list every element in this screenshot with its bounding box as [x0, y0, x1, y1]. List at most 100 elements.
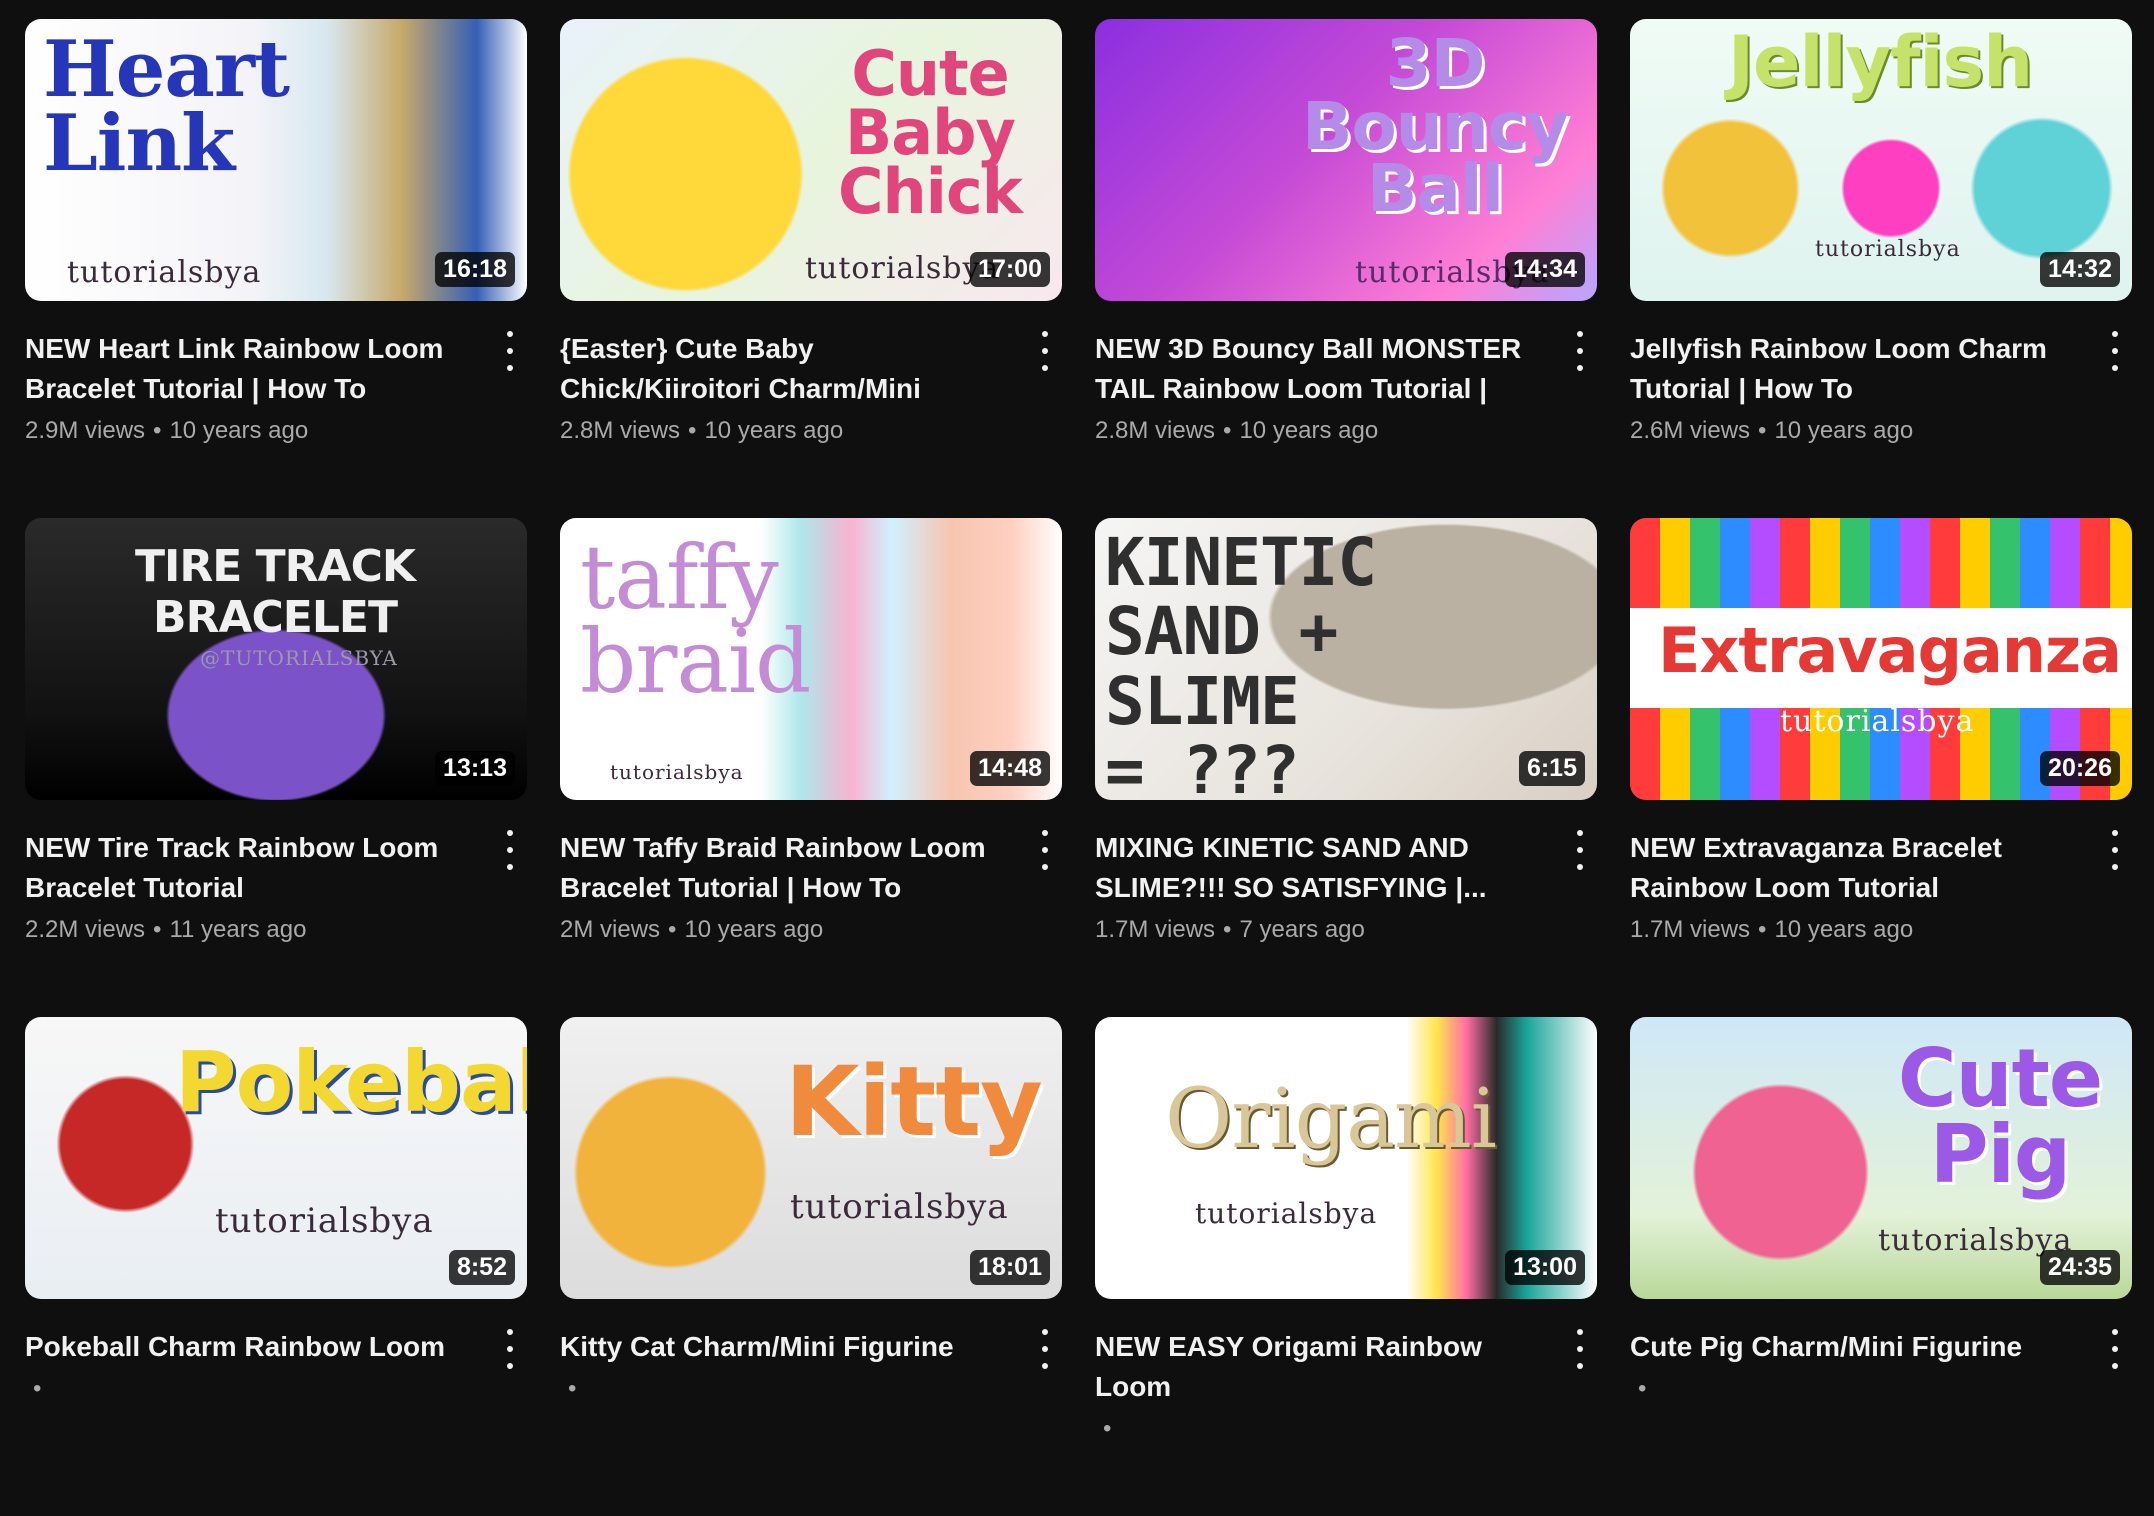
video-card[interactable]: TIRE TRACK BRACELET @TUTORIALSBYA 13:13 …: [25, 518, 527, 1017]
video-title[interactable]: NEW Heart Link Rainbow Loom Bracelet Tut…: [25, 329, 467, 409]
video-stats: 2.9M views • 10 years ago: [25, 417, 467, 445]
more-options-icon[interactable]: [1569, 830, 1591, 870]
video-card[interactable]: 3D Bouncy Ball tutorialsbya 14:34 NEW 3D…: [1095, 19, 1597, 518]
more-options-icon[interactable]: [2104, 830, 2126, 870]
upload-age: 10 years ago: [704, 417, 844, 444]
video-card[interactable]: KINETIC SAND + SLIME = ??? 6:15 MIXING K…: [1095, 518, 1597, 1017]
video-card[interactable]: Origami tutorialsbya 13:00 NEW EASY Orig…: [1095, 1017, 1597, 1516]
duration-badge: 16:18: [435, 252, 515, 287]
video-thumbnail[interactable]: Cute Pig tutorialsbya 24:35: [1630, 1017, 2132, 1299]
video-stats: •: [1630, 1375, 2072, 1403]
channel-watermark: @TUTORIALSBYA: [200, 646, 398, 670]
video-card[interactable]: Extravaganza tutorialsbya 20:26 NEW Extr…: [1630, 518, 2132, 1017]
video-stats: 2.8M views • 10 years ago: [1095, 417, 1537, 445]
view-count: 2.6M views: [1630, 417, 1751, 444]
video-thumbnail[interactable]: Cute Baby Chick tutorialsbya 17:00: [560, 19, 1062, 301]
more-options-icon[interactable]: [1569, 1329, 1591, 1369]
more-options-icon[interactable]: [499, 830, 521, 870]
video-title[interactable]: MIXING KINETIC SAND AND SLIME?!!! SO SAT…: [1095, 828, 1537, 908]
video-meta: {Easter} Cute Baby Chick/Kiiroitori Char…: [560, 301, 1062, 445]
video-card[interactable]: Kitty tutorialsbya 18:01 Kitty Cat Charm…: [560, 1017, 1062, 1516]
thumbnail-text: Cute Pig: [1897, 1032, 2103, 1201]
thumbnail-text: Jellyfish: [1727, 21, 2033, 103]
duration-badge: 6:15: [1518, 751, 1585, 786]
separator-dot: •: [1103, 1415, 1112, 1442]
video-card[interactable]: Pokeball tutorialsbya 8:52 Pokeball Char…: [25, 1017, 527, 1516]
video-thumbnail[interactable]: Extravaganza tutorialsbya 20:26: [1630, 518, 2132, 800]
video-title[interactable]: NEW EASY Origami Rainbow Loom: [1095, 1327, 1537, 1407]
duration-badge: 13:00: [1505, 1250, 1585, 1285]
separator-dot: •: [688, 417, 697, 444]
thumbnail-text: TIRE TRACK BRACELET: [135, 541, 416, 643]
video-thumbnail[interactable]: 3D Bouncy Ball tutorialsbya 14:34: [1095, 19, 1597, 301]
video-thumbnail[interactable]: TIRE TRACK BRACELET @TUTORIALSBYA 13:13: [25, 518, 527, 800]
upload-age: 7 years ago: [1239, 916, 1365, 943]
channel-watermark: tutorialsbya: [67, 255, 262, 290]
channel-watermark: tutorialsbya: [1815, 237, 1961, 262]
video-card[interactable]: Cute Pig tutorialsbya 24:35 Cute Pig Cha…: [1630, 1017, 2132, 1516]
video-thumbnail[interactable]: taffy braid tutorialsbya 14:48: [560, 518, 1062, 800]
video-stats: 2.2M views • 11 years ago: [25, 916, 467, 944]
duration-badge: 14:34: [1505, 252, 1585, 287]
upload-age: 10 years ago: [1774, 417, 1914, 444]
video-thumbnail[interactable]: Origami tutorialsbya 13:00: [1095, 1017, 1597, 1299]
thumbnail-text: Kitty: [785, 1046, 1043, 1158]
more-options-icon[interactable]: [1034, 331, 1056, 371]
video-stats: •: [1095, 1415, 1537, 1443]
duration-badge: 24:35: [2040, 1250, 2120, 1285]
thumbnail-text: Extravaganza: [1658, 614, 2122, 687]
thumbnail-text: Cute Baby Chick: [838, 37, 1023, 228]
video-meta: NEW 3D Bouncy Ball MONSTER TAIL Rainbow …: [1095, 301, 1597, 445]
duration-badge: 18:01: [970, 1250, 1050, 1285]
view-count: 2.8M views: [1095, 417, 1216, 444]
video-thumbnail[interactable]: Pokeball tutorialsbya 8:52: [25, 1017, 527, 1299]
video-title[interactable]: Cute Pig Charm/Mini Figurine: [1630, 1327, 2072, 1367]
video-thumbnail[interactable]: KINETIC SAND + SLIME = ??? 6:15: [1095, 518, 1597, 800]
more-options-icon[interactable]: [499, 331, 521, 371]
video-stats: 2.6M views • 10 years ago: [1630, 417, 2072, 445]
video-title[interactable]: NEW Tire Track Rainbow Loom Bracelet Tut…: [25, 828, 467, 908]
channel-watermark: tutorialsbya: [1195, 1197, 1378, 1230]
video-meta: Jellyfish Rainbow Loom Charm Tutorial | …: [1630, 301, 2132, 445]
thumbnail-text: taffy braid: [580, 526, 811, 713]
video-meta: NEW EASY Origami Rainbow Loom •: [1095, 1299, 1597, 1443]
video-thumbnail[interactable]: Kitty tutorialsbya 18:01: [560, 1017, 1062, 1299]
view-count: 2.8M views: [560, 417, 681, 444]
video-meta: NEW Heart Link Rainbow Loom Bracelet Tut…: [25, 301, 527, 445]
video-thumbnail[interactable]: Heart Link tutorialsbya 16:18: [25, 19, 527, 301]
more-options-icon[interactable]: [499, 1329, 521, 1369]
upload-age: 10 years ago: [169, 417, 309, 444]
video-thumbnail[interactable]: Jellyfish tutorialsbya 14:32: [1630, 19, 2132, 301]
thumbnail-text: Origami: [1165, 1072, 1497, 1167]
video-stats: 2.8M views • 10 years ago: [560, 417, 1002, 445]
video-card[interactable]: Jellyfish tutorialsbya 14:32 Jellyfish R…: [1630, 19, 2132, 518]
more-options-icon[interactable]: [1034, 1329, 1056, 1369]
channel-watermark: tutorialsbya: [790, 1187, 1009, 1227]
video-title[interactable]: NEW Extravaganza Bracelet Rainbow Loom T…: [1630, 828, 2072, 908]
duration-badge: 14:48: [970, 751, 1050, 786]
separator-dot: •: [1223, 417, 1232, 444]
video-meta: Pokeball Charm Rainbow Loom •: [25, 1299, 527, 1403]
video-title[interactable]: {Easter} Cute Baby Chick/Kiiroitori Char…: [560, 329, 1002, 409]
separator-dot: •: [1638, 1375, 1647, 1402]
video-title[interactable]: Jellyfish Rainbow Loom Charm Tutorial | …: [1630, 329, 2072, 409]
video-stats: 1.7M views • 10 years ago: [1630, 916, 2072, 944]
video-meta: NEW Extravaganza Bracelet Rainbow Loom T…: [1630, 800, 2132, 944]
video-title[interactable]: NEW 3D Bouncy Ball MONSTER TAIL Rainbow …: [1095, 329, 1537, 409]
thumbnail-text: KINETIC SAND + SLIME = ???: [1105, 524, 1377, 800]
video-card[interactable]: Heart Link tutorialsbya 16:18 NEW Heart …: [25, 19, 527, 518]
upload-age: 10 years ago: [1774, 916, 1914, 943]
video-meta: Kitty Cat Charm/Mini Figurine •: [560, 1299, 1062, 1403]
video-card[interactable]: Cute Baby Chick tutorialsbya 17:00 {East…: [560, 19, 1062, 518]
more-options-icon[interactable]: [1569, 331, 1591, 371]
video-stats: •: [25, 1375, 467, 1403]
more-options-icon[interactable]: [2104, 331, 2126, 371]
thumbnail-text: 3D Bouncy Ball: [1302, 25, 1569, 228]
view-count: 1.7M views: [1630, 916, 1751, 943]
video-card[interactable]: taffy braid tutorialsbya 14:48 NEW Taffy…: [560, 518, 1062, 1017]
more-options-icon[interactable]: [1034, 830, 1056, 870]
video-title[interactable]: NEW Taffy Braid Rainbow Loom Bracelet Tu…: [560, 828, 1002, 908]
video-title[interactable]: Pokeball Charm Rainbow Loom: [25, 1327, 467, 1367]
video-title[interactable]: Kitty Cat Charm/Mini Figurine: [560, 1327, 1002, 1367]
more-options-icon[interactable]: [2104, 1329, 2126, 1369]
